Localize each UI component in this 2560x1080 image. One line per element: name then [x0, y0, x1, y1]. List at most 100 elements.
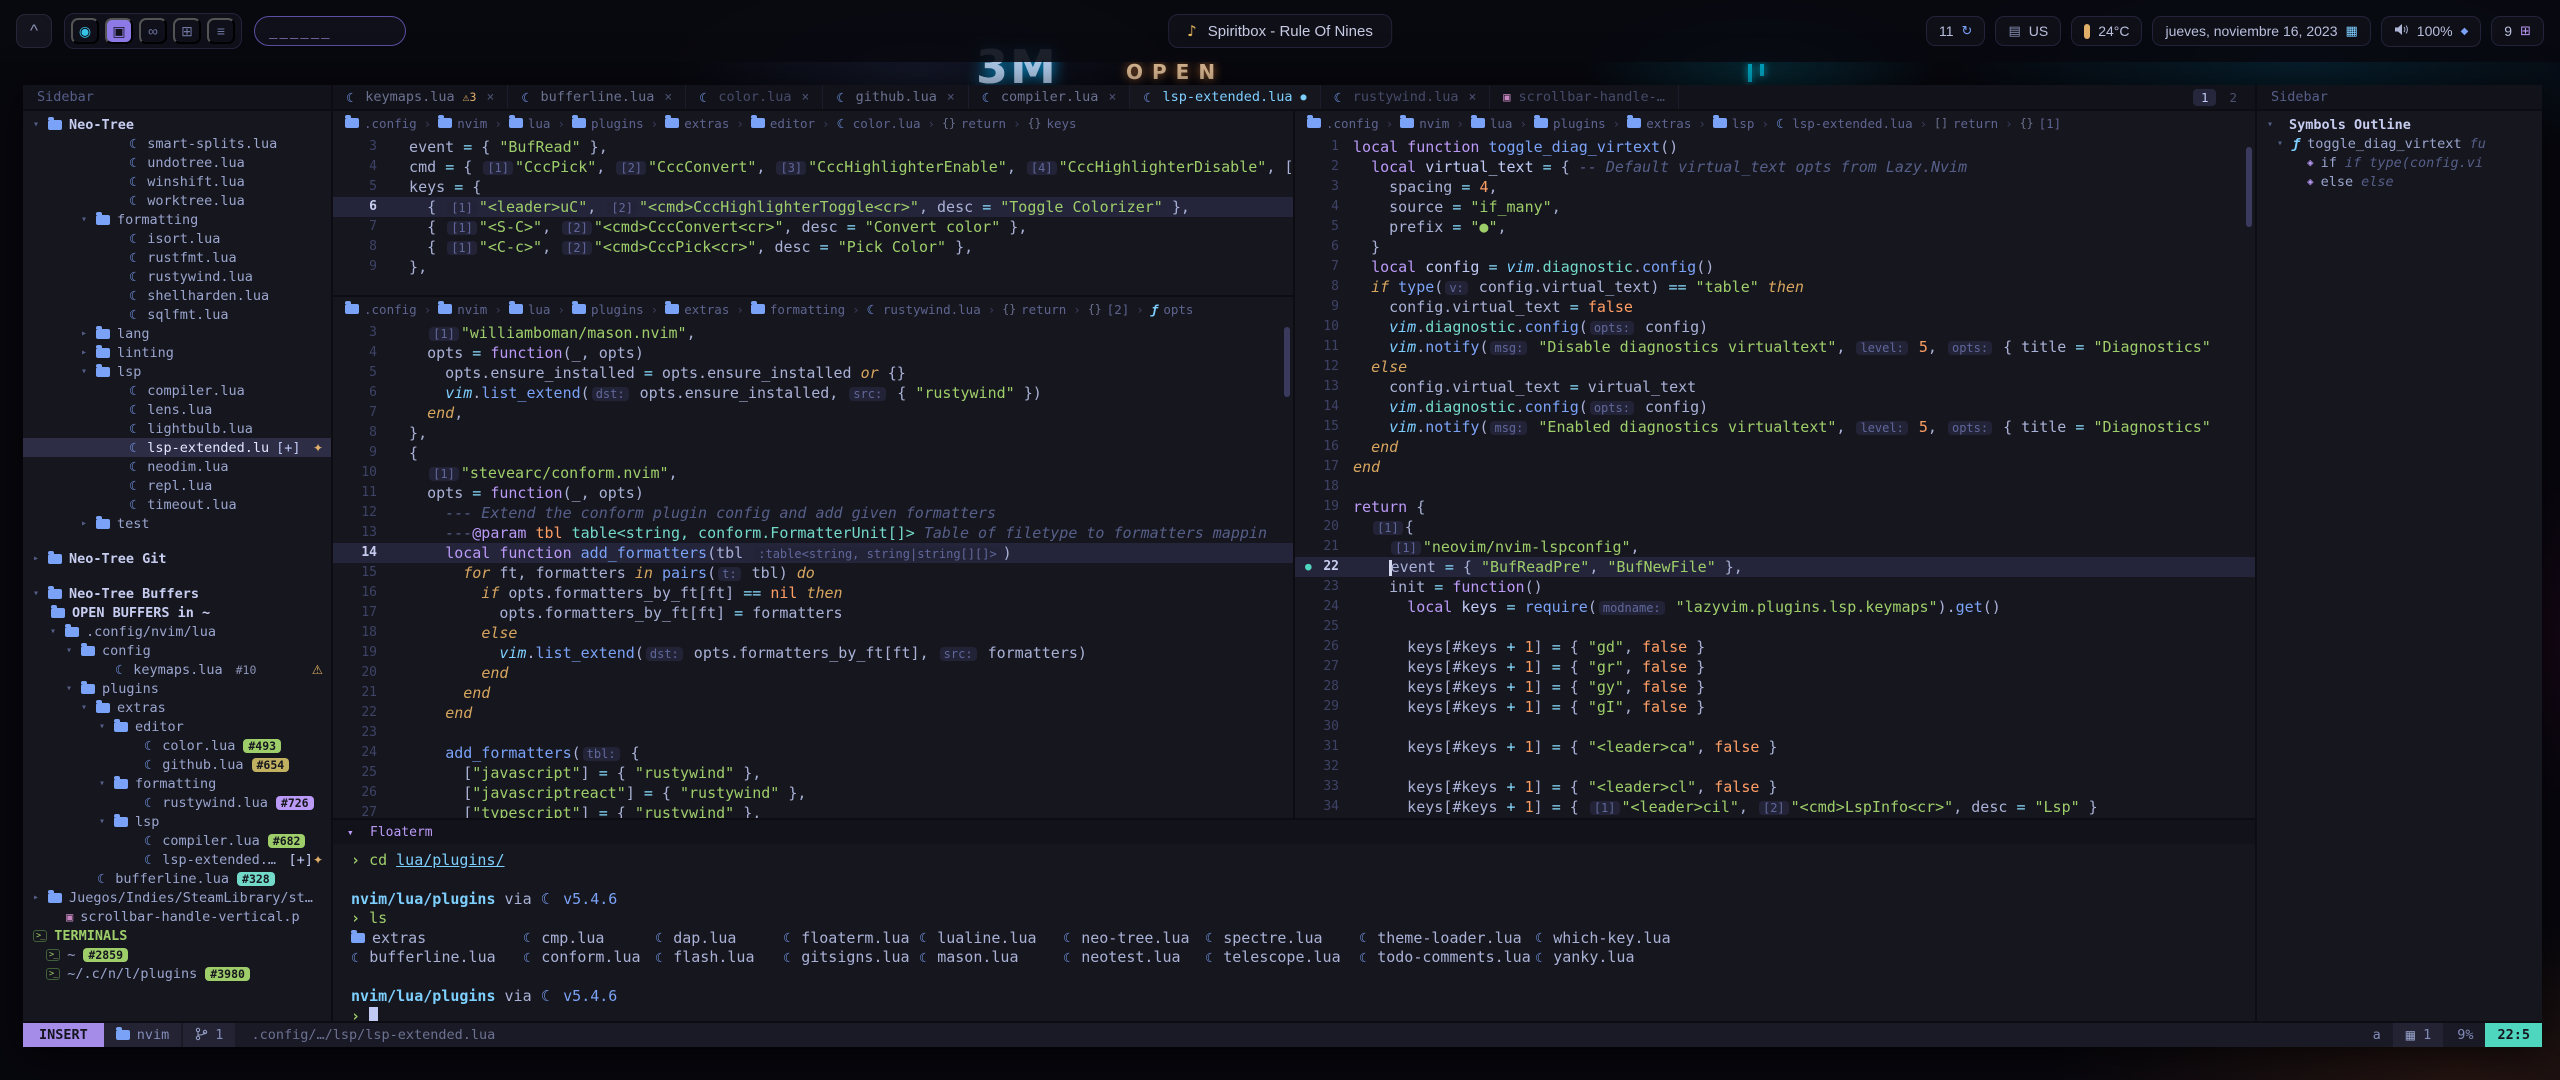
- tree-item[interactable]: ▾lsp: [23, 362, 331, 381]
- code-area[interactable]: 3 [1]"williamboman/mason.nvim",4 opts = …: [333, 321, 1293, 818]
- tree-item[interactable]: ☾lightbulb.lua: [23, 419, 331, 438]
- outline-item[interactable]: ◈elseelse: [2257, 172, 2542, 191]
- weather-pill[interactable]: 24°C: [2071, 16, 2142, 46]
- tree-item[interactable]: ▾formatting: [23, 210, 331, 229]
- ls-entry[interactable]: ☾todo-comments.lua: [1359, 948, 1535, 966]
- tree-item[interactable]: ☾lsp-extended.lu[+]✦: [23, 438, 331, 457]
- breadcrumb-item[interactable]: {}keys: [1028, 116, 1077, 131]
- tree-item[interactable]: ▾editor: [23, 717, 331, 736]
- section-header[interactable]: ▾Neo-Tree Buffers: [23, 584, 331, 603]
- editor-pane-color-lua[interactable]: .config›nvim›lua›plugins›extras›editor›☾…: [333, 111, 1293, 295]
- breadcrumb-item[interactable]: lua: [509, 116, 551, 131]
- close-icon[interactable]: ×: [1108, 90, 1116, 105]
- date-pill[interactable]: jueves, noviembre 16, 2023▦: [2152, 16, 2370, 46]
- ls-entry[interactable]: ☾mason.lua: [919, 948, 1063, 966]
- quick-button[interactable]: ≡: [207, 18, 235, 44]
- ls-entry[interactable]: ☾neo-tree.lua: [1063, 929, 1205, 947]
- breadcrumb-item[interactable]: plugins: [572, 302, 644, 317]
- ls-entry[interactable]: ☾telescope.lua: [1205, 948, 1359, 966]
- breadcrumb-item[interactable]: plugins: [1534, 116, 1606, 131]
- tree-item[interactable]: ☾compiler.lua: [23, 381, 331, 400]
- tab[interactable]: ☾lsp-extended.lua●: [1130, 85, 1320, 109]
- volume-pill[interactable]: 100%◆: [2381, 16, 2482, 47]
- quick-button[interactable]: ⊞: [173, 18, 201, 44]
- tree-item[interactable]: ▸test: [23, 514, 331, 533]
- breadcrumb-item[interactable]: {}return: [942, 116, 1006, 131]
- ls-entry[interactable]: ☾lualine.lua: [919, 929, 1063, 947]
- scrollbar-handle[interactable]: [1284, 327, 1290, 397]
- close-icon[interactable]: ×: [486, 90, 494, 105]
- breadcrumb-item[interactable]: []return: [1934, 116, 1998, 131]
- tree-item[interactable]: ☾lsp-extended.lu[+]✦: [23, 850, 331, 869]
- close-icon[interactable]: ×: [664, 90, 672, 105]
- ls-entry[interactable]: ☾which-key.lua: [1535, 929, 2237, 947]
- breadcrumb-item[interactable]: .config: [345, 116, 417, 131]
- section-header[interactable]: OPEN BUFFERS in ~: [23, 603, 331, 622]
- tree-item[interactable]: ☾keymaps.lua#10⚠: [23, 660, 331, 679]
- tab[interactable]: ☾bufferline.lua×: [508, 85, 686, 109]
- breadcrumb-item[interactable]: lsp: [1713, 116, 1755, 131]
- breadcrumb-item[interactable]: ƒopts: [1151, 302, 1194, 317]
- tree-item[interactable]: ☾lens.lua: [23, 400, 331, 419]
- breadcrumb-item[interactable]: extras: [665, 116, 729, 131]
- breadcrumb-item[interactable]: lua: [1471, 116, 1513, 131]
- ls-entry[interactable]: ☾theme-loader.lua: [1359, 929, 1535, 947]
- ls-entry[interactable]: ☾gitsigns.lua: [783, 948, 919, 966]
- breadcrumb-item[interactable]: .config: [1307, 116, 1379, 131]
- tree-item[interactable]: ☾timeout.lua: [23, 495, 331, 514]
- breadcrumb-item[interactable]: {}[2]: [1088, 302, 1129, 317]
- updates-pill[interactable]: 11↻: [1926, 16, 1985, 46]
- ls-entry[interactable]: ☾bufferline.lua: [351, 948, 523, 966]
- ls-entry[interactable]: ☾conform.lua: [523, 948, 655, 966]
- ls-entry[interactable]: extras: [351, 929, 523, 947]
- tree-item[interactable]: ☾sqlfmt.lua: [23, 305, 331, 324]
- now-playing[interactable]: ♪ Spiritbox - Rule Of Nines: [1168, 14, 1392, 48]
- ls-entry[interactable]: ☾flash.lua: [655, 948, 783, 966]
- tree-item[interactable]: ☾bufferline.lua#328: [23, 869, 331, 888]
- breadcrumb-item[interactable]: ☾lsp-extended.lua: [1776, 116, 1913, 131]
- ls-entry[interactable]: ☾yanky.lua: [1535, 948, 2237, 966]
- tree-item[interactable]: ▣scrollbar-handle-vertical.p: [23, 907, 331, 926]
- editor-pane-lsp-extended-lua[interactable]: .config›nvim›lua›plugins›extras›lsp›☾lsp…: [1295, 111, 2255, 818]
- tree-item[interactable]: ▸linting: [23, 343, 331, 362]
- breadcrumb-item[interactable]: plugins: [572, 116, 644, 131]
- tab[interactable]: ☾github.lua×: [823, 85, 968, 109]
- terminal[interactable]: › cd lua/plugins/nvim/lua/plugins via ☾ …: [333, 844, 2255, 1021]
- breadcrumb-item[interactable]: lua: [509, 302, 551, 317]
- breadcrumb-item[interactable]: formatting: [751, 302, 845, 317]
- tree-item[interactable]: ☾worktree.lua: [23, 191, 331, 210]
- section-header[interactable]: >_TERMINALS: [23, 926, 331, 945]
- quick-button[interactable]: ▣: [105, 18, 133, 44]
- ls-entry[interactable]: ☾dap.lua: [655, 929, 783, 947]
- tab[interactable]: ☾keymaps.lua⚠3×: [333, 85, 508, 109]
- tree-item[interactable]: ☾undotree.lua: [23, 153, 331, 172]
- tree-item[interactable]: ☾compiler.lua#682: [23, 831, 331, 850]
- breadcrumb-item[interactable]: extras: [1627, 116, 1691, 131]
- outline-item[interactable]: ▾ƒtoggle_diag_virtextfu: [2257, 134, 2542, 153]
- code-area[interactable]: 1local function toggle_diag_virtext()2 l…: [1295, 135, 2255, 818]
- tab[interactable]: ☾rustywind.lua×: [1321, 85, 1491, 109]
- ls-entry[interactable]: ☾floaterm.lua: [783, 929, 919, 947]
- tree-item[interactable]: ▾config: [23, 641, 331, 660]
- tree-item[interactable]: ☾neodim.lua: [23, 457, 331, 476]
- close-icon[interactable]: ×: [802, 90, 810, 105]
- tree-item[interactable]: ☾rustfmt.lua: [23, 248, 331, 267]
- tree-item[interactable]: ☾smart-splits.lua: [23, 134, 331, 153]
- apps-pill[interactable]: 9⊞: [2491, 16, 2544, 46]
- tab[interactable]: ▣scrollbar-handle-…: [1490, 85, 1679, 109]
- code-area[interactable]: 3 event = { "BufRead" },4 cmd = { [1]"Cc…: [333, 135, 1293, 295]
- breadcrumb-item[interactable]: nvim: [1400, 116, 1449, 131]
- scrollbar-handle[interactable]: [2246, 147, 2252, 227]
- section-header[interactable]: ▸Neo-Tree Git: [23, 549, 331, 568]
- symbols-outline[interactable]: ▾Symbols Outline▾ƒtoggle_diag_virtextfu◈…: [2257, 111, 2542, 1021]
- tree-item[interactable]: >_~#2859: [23, 945, 331, 964]
- quick-button[interactable]: ∞: [139, 18, 167, 44]
- ls-entry[interactable]: ☾neotest.lua: [1063, 948, 1205, 966]
- tree-item[interactable]: ☾isort.lua: [23, 229, 331, 248]
- tree-item[interactable]: ☾color.lua#493: [23, 736, 331, 755]
- tree-item[interactable]: >_~/.c/n/l/plugins#3980: [23, 964, 331, 983]
- tree-item[interactable]: ☾shellharden.lua: [23, 286, 331, 305]
- section-header[interactable]: ▾Neo-Tree: [23, 115, 331, 134]
- breadcrumb-item[interactable]: ☾rustywind.lua: [867, 302, 981, 317]
- workspace-input[interactable]: [254, 16, 406, 46]
